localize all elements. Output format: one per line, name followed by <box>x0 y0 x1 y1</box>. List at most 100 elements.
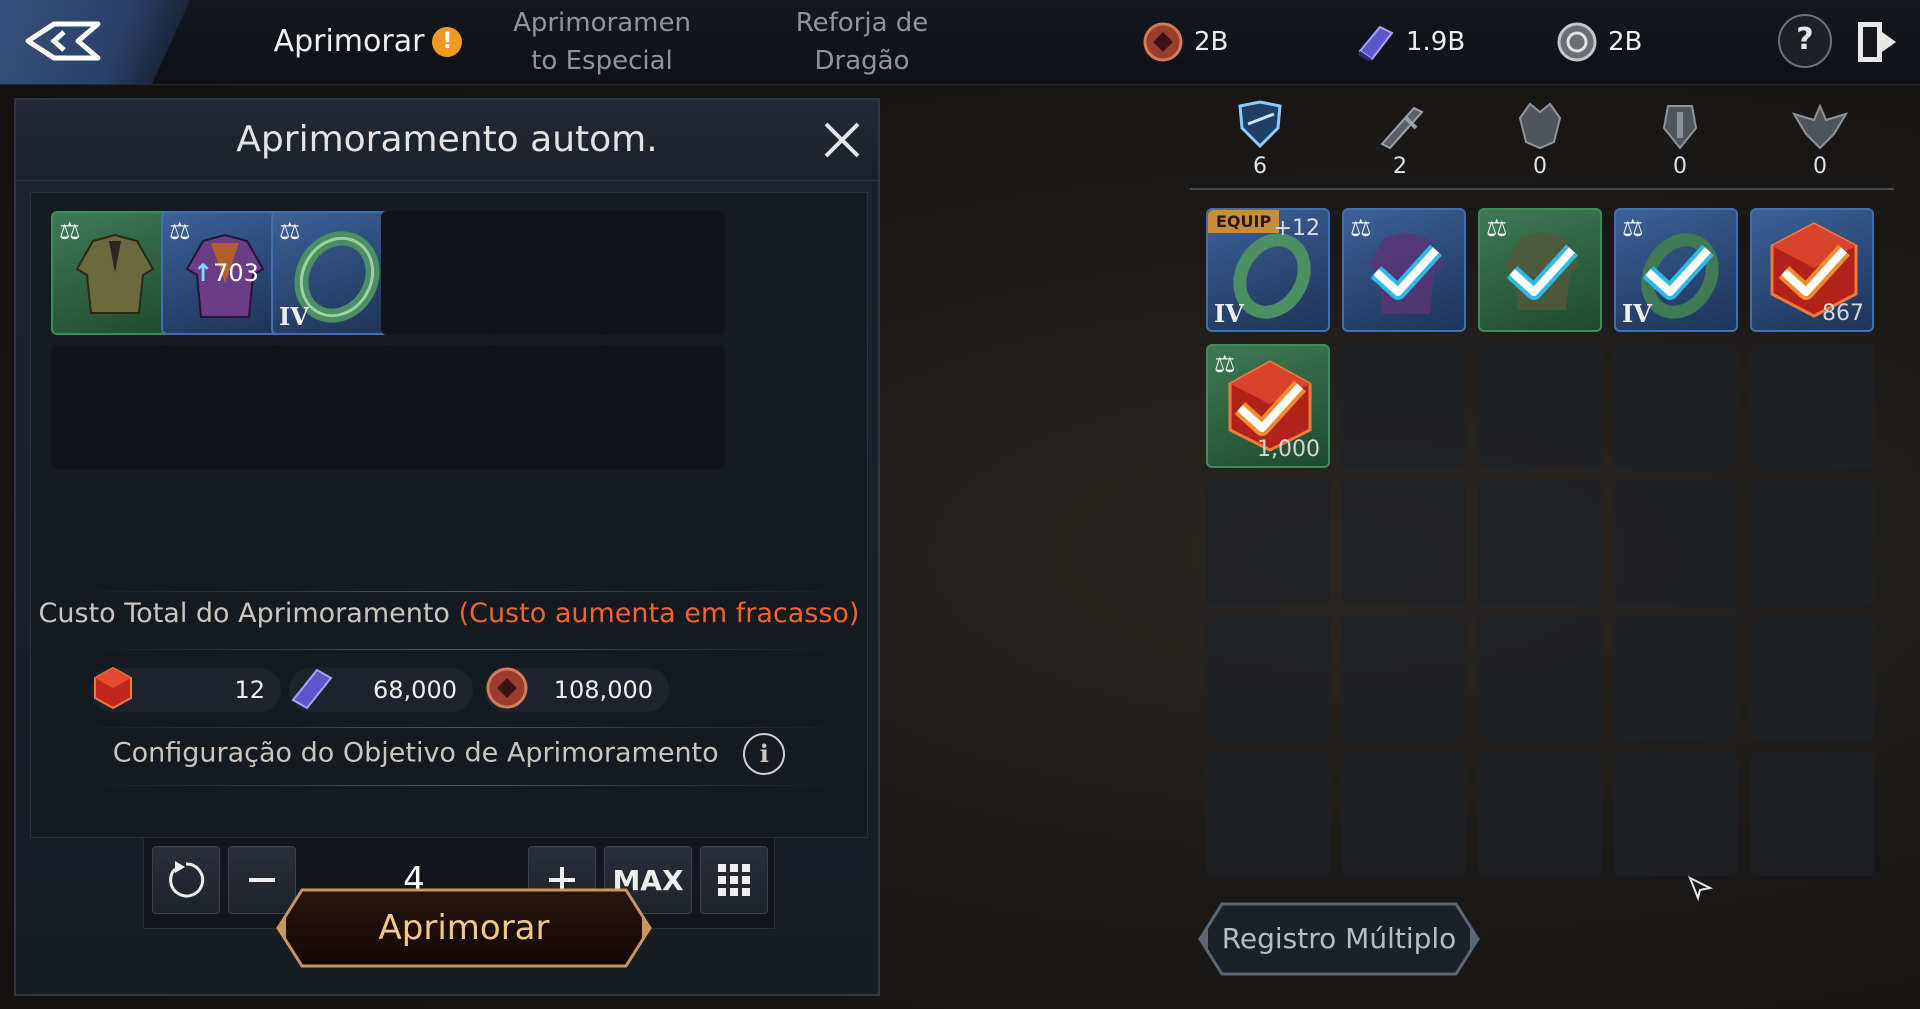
category-emblem[interactable]: 0 <box>1640 98 1720 179</box>
cost-stone-value: 68,000 <box>373 676 457 704</box>
selected-slot-1[interactable]: ⚖ <box>51 211 175 335</box>
divider <box>71 727 851 728</box>
empty-slot <box>1614 752 1738 876</box>
info-icon[interactable]: i <box>743 733 786 775</box>
inventory-item-red-cube-stack[interactable]: ⚖ 1,000 <box>1206 344 1330 468</box>
category-count: 0 <box>1813 154 1827 179</box>
empty-slot <box>1206 616 1330 740</box>
empty-slot <box>1478 752 1602 876</box>
inventory-item-purple-robe[interactable]: ⚖ <box>1342 208 1466 332</box>
help-button[interactable]: ? <box>1778 14 1832 68</box>
currency-copper: 2B <box>1142 20 1228 64</box>
reset-icon <box>169 861 205 898</box>
inventory-item-ring[interactable]: ⚖ IV <box>1614 208 1738 332</box>
inventory-item-red-cube[interactable]: 867 <box>1750 208 1874 332</box>
empty-slot <box>1750 752 1874 876</box>
score-value: 703 <box>213 259 259 287</box>
category-crest[interactable]: 0 <box>1780 98 1860 179</box>
tab-label-line2: to Especial <box>531 46 673 76</box>
cost-cube: 12 <box>91 666 281 712</box>
cost-copper-value: 108,000 <box>553 676 653 704</box>
inventory-divider <box>1190 188 1894 190</box>
score-indicator: ↑703 <box>193 259 259 287</box>
empty-slot <box>601 211 725 335</box>
reset-button[interactable] <box>152 846 220 914</box>
close-icon[interactable] <box>820 118 864 162</box>
empty-slot <box>1478 616 1602 740</box>
empty-slot <box>1614 344 1738 468</box>
multi-register-button[interactable]: Registro Múltiplo <box>1194 898 1484 980</box>
empty-slot <box>381 211 505 335</box>
empty-slot <box>1750 616 1874 740</box>
cost-copper: 108,000 <box>485 667 669 712</box>
winged-crest-icon <box>1791 103 1849 150</box>
red-cube-icon <box>94 666 132 710</box>
empty-slot <box>1614 616 1738 740</box>
checkmark-icon <box>1506 244 1578 300</box>
armor-shield-icon <box>1238 100 1282 149</box>
emblem-icon <box>1662 105 1698 150</box>
empty-slot <box>491 211 615 335</box>
category-dragon[interactable]: 0 <box>1500 98 1580 179</box>
auto-enhance-panel: Aprimoramento autom. ⚖ ⚖ ↑703 ⚖ IV Custo… <box>14 98 880 996</box>
empty-slot <box>1342 480 1466 604</box>
checkmark-icon <box>1234 380 1306 436</box>
cost-warning: (Custo aumenta em fracasso) <box>458 598 860 629</box>
panel-title: Aprimoramento autom. <box>236 119 658 160</box>
cost-title-label: Custo Total do Aprimoramento <box>38 598 450 629</box>
empty-slot <box>601 345 725 469</box>
tab-label-line2: Dragão <box>814 46 910 76</box>
silver-coin-icon <box>1557 22 1597 62</box>
category-count: 0 <box>1673 154 1687 179</box>
equip-badge: EQUIP <box>1208 210 1280 233</box>
top-bar: Aprimorar ! Aprimoramen to Especial Refo… <box>0 0 1920 85</box>
copper-coin-icon <box>486 667 528 709</box>
currency-stone: 1.9B <box>1354 20 1465 64</box>
copper-coin-icon <box>1143 22 1183 62</box>
empty-slot <box>1614 480 1738 604</box>
weapon-icon <box>1380 106 1424 150</box>
empty-slot <box>1750 480 1874 604</box>
inventory-item-green-robe[interactable]: ⚖ <box>1478 208 1602 332</box>
category-armor[interactable]: 6 <box>1220 98 1300 179</box>
panel-header: Aprimoramento autom. <box>16 100 878 181</box>
empty-slot <box>1342 616 1466 740</box>
tab-aprimorar-label: Aprimorar <box>273 24 425 59</box>
divider <box>71 649 851 650</box>
cursor-icon <box>1688 875 1714 902</box>
currency-copper-value: 2B <box>1194 27 1229 57</box>
enhance-button-label: Aprimorar <box>378 908 550 948</box>
divider <box>71 591 851 592</box>
dragon-head-icon <box>1518 102 1562 150</box>
empty-slot <box>161 345 285 469</box>
checkmark-icon <box>1778 244 1850 300</box>
inventory-item-ring-equipped[interactable]: EQUIP +12 IV <box>1206 208 1330 332</box>
empty-slot <box>1750 344 1874 468</box>
tab-label-line1: Aprimoramen <box>513 8 691 38</box>
tab-aprimoramento-especial[interactable]: Aprimoramen to Especial <box>502 0 702 84</box>
currency-silver: 2B <box>1556 20 1642 64</box>
item-count: 1,000 <box>1257 437 1320 462</box>
cost-title: Custo Total do Aprimoramento (Custo aume… <box>31 598 867 629</box>
tab-reforja-de-dragao[interactable]: Reforja de Dragão <box>772 0 952 84</box>
selected-slot-3[interactable]: ⚖ IV <box>271 211 395 335</box>
purple-stone-icon <box>1358 25 1394 61</box>
enhance-button[interactable]: Aprimorar <box>272 886 656 970</box>
alert-icon: ! <box>432 27 463 57</box>
grid-button[interactable] <box>700 846 768 914</box>
item-count: 867 <box>1822 301 1864 326</box>
empty-slot <box>1342 752 1466 876</box>
category-count: 0 <box>1533 154 1547 179</box>
goal-config: Configuração do Objetivo de Aprimorament… <box>31 733 867 775</box>
green-robe-icon <box>75 233 155 314</box>
exit-icon[interactable] <box>1852 16 1902 68</box>
empty-slot <box>1342 344 1466 468</box>
currency-silver-value: 2B <box>1608 27 1643 57</box>
category-weapon[interactable]: 2 <box>1360 98 1440 179</box>
back-arrow-icon <box>25 21 101 61</box>
cost-cube-value: 12 <box>234 676 265 704</box>
tab-aprimorar[interactable]: Aprimorar ! <box>258 0 478 84</box>
selected-slot-2[interactable]: ⚖ ↑703 <box>161 211 285 335</box>
enhance-level: +12 <box>1273 216 1320 241</box>
back-button[interactable] <box>0 0 190 84</box>
